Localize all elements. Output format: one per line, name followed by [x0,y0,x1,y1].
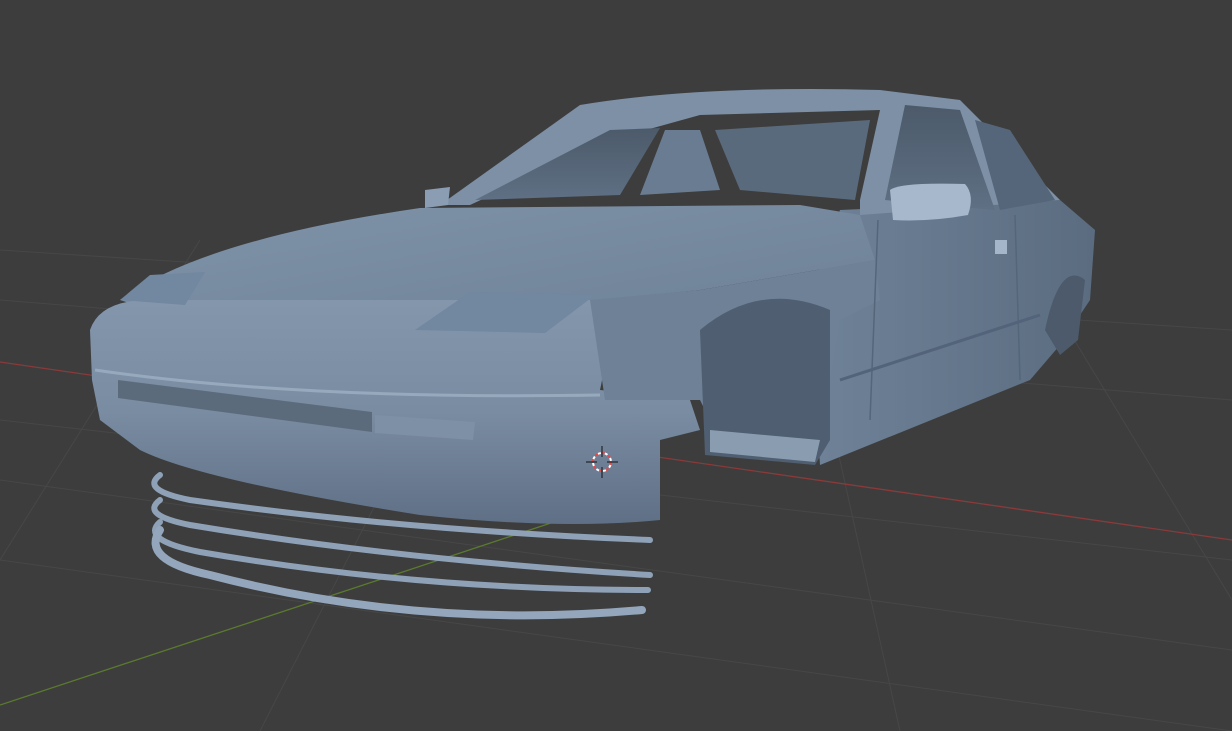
3d-viewport[interactable] [0,0,1232,731]
viewport-canvas[interactable] [0,0,1232,731]
car-body-model[interactable] [90,89,1095,524]
side-mirror [890,183,971,221]
